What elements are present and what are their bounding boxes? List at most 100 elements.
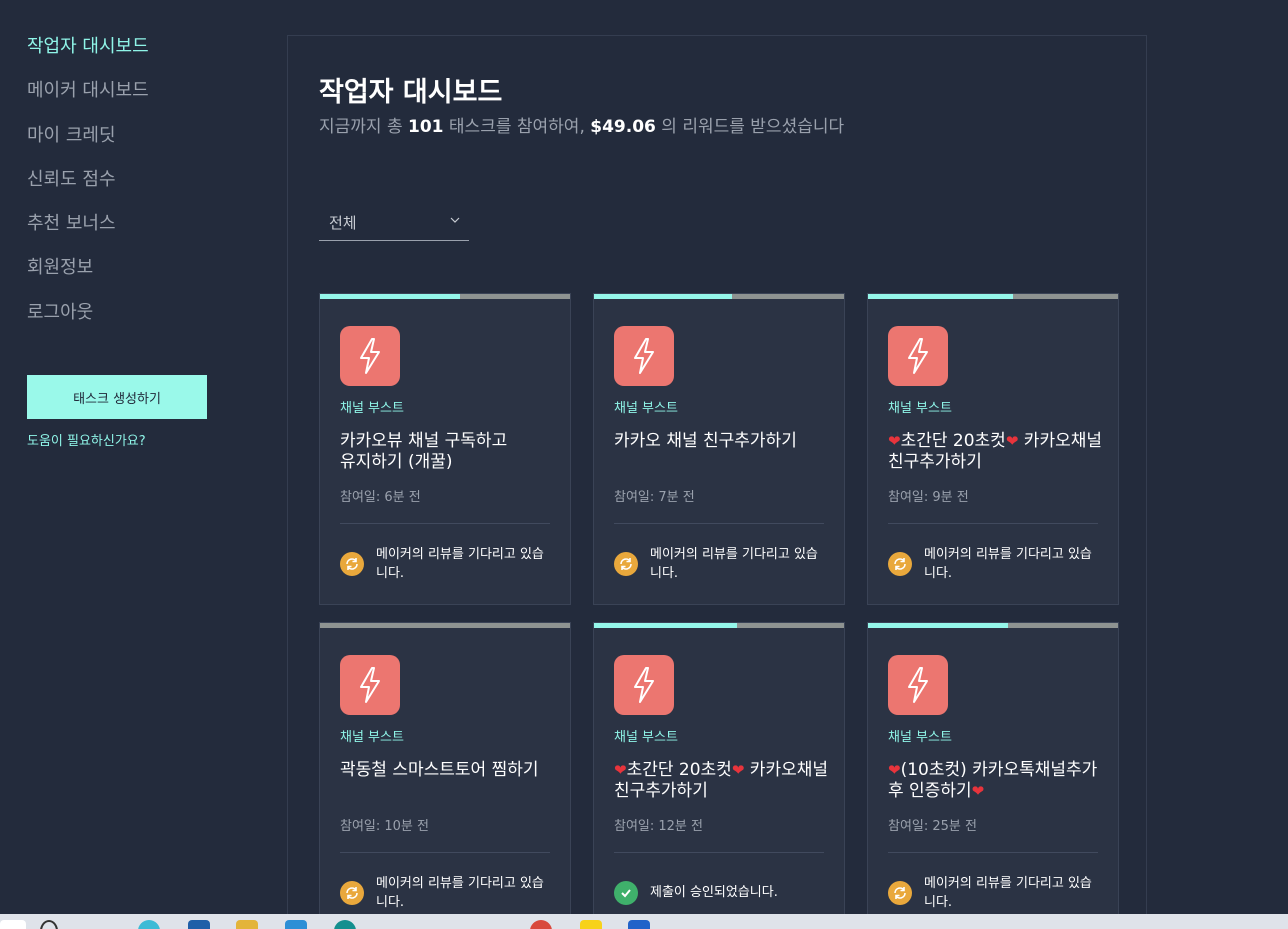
task-status: 메이커의 리뷰를 기다리고 있습니다. xyxy=(888,545,1103,583)
page-title: 작업자 대시보드 xyxy=(319,77,503,108)
file-explorer-icon[interactable] xyxy=(236,920,258,929)
reward-summary: 지금까지 총 101 태스크를 참여하여, $49.06 의 리워드를 받으셨습… xyxy=(319,112,844,137)
lightning-icon xyxy=(908,338,928,374)
edge-browser-icon[interactable] xyxy=(138,920,160,929)
task-date: 참여일: 9분 전 xyxy=(888,490,969,505)
progress-bar xyxy=(868,294,1118,299)
lightning-icon xyxy=(908,667,928,703)
task-count: 101 xyxy=(408,117,444,137)
progress-fill xyxy=(594,623,737,628)
refresh-icon xyxy=(888,552,912,576)
task-category: 채널 부스트 xyxy=(888,730,952,745)
status-text: 메이커의 리뷰를 기다리고 있습니다. xyxy=(924,876,1092,910)
task-icon-tile xyxy=(888,655,948,715)
task-card[interactable]: 채널 부스트 ❤초간단 20초컷❤ 카카오채널 친구추가하기 참여일: 12분 … xyxy=(593,622,845,929)
task-category: 채널 부스트 xyxy=(614,730,678,745)
task-status: 메이커의 리뷰를 기다리고 있습니다. xyxy=(340,545,555,583)
summary-prefix: 지금까지 총 xyxy=(319,117,403,137)
lightning-icon xyxy=(634,338,654,374)
reward-amount: $49.06 xyxy=(590,117,656,137)
sidebar-item-logout[interactable]: 로그아웃 xyxy=(27,299,227,343)
status-text: 메이커의 리뷰를 기다리고 있습니다. xyxy=(650,547,818,581)
kakaotalk-icon[interactable] xyxy=(580,920,602,929)
refresh-icon xyxy=(340,552,364,576)
status-text: 메이커의 리뷰를 기다리고 있습니다. xyxy=(924,547,1092,581)
task-title: 곽동철 스마스트토어 찜하기 xyxy=(340,760,539,780)
filter-value: 전체 xyxy=(329,214,357,232)
start-button[interactable] xyxy=(0,920,26,929)
status-text: 제출이 승인되었습니다. xyxy=(650,885,778,900)
task-category: 채널 부스트 xyxy=(340,730,404,745)
check-icon xyxy=(614,881,638,905)
search-icon[interactable] xyxy=(40,920,58,929)
task-category: 채널 부스트 xyxy=(888,401,952,416)
refresh-icon xyxy=(340,881,364,905)
app-icon[interactable] xyxy=(334,920,356,929)
progress-fill xyxy=(320,294,460,299)
task-icon-tile xyxy=(340,326,400,386)
task-title: ❤(10초컷) 카카오톡채널추가 후 인증하기❤ xyxy=(888,760,1098,801)
app-icon[interactable] xyxy=(628,920,650,929)
task-card[interactable]: 채널 부스트 카카오 채널 친구추가하기 참여일: 7분 전 메이커의 리뷰를 … xyxy=(593,293,845,605)
windows-taskbar xyxy=(0,914,1288,929)
progress-bar xyxy=(868,623,1118,628)
progress-bar xyxy=(320,294,570,299)
task-status: 메이커의 리뷰를 기다리고 있습니다. xyxy=(614,545,829,583)
progress-bar xyxy=(320,623,570,628)
progress-bar xyxy=(594,294,844,299)
task-card[interactable]: 채널 부스트 ❤(10초컷) 카카오톡채널추가 후 인증하기❤ 참여일: 25분… xyxy=(867,622,1119,929)
sidebar-item-maker-dashboard[interactable]: 메이커 대시보드 xyxy=(27,77,227,121)
refresh-icon xyxy=(888,881,912,905)
sidebar-item-my-credit[interactable]: 마이 크레딧 xyxy=(27,122,227,166)
task-status: 메이커의 리뷰를 기다리고 있습니다. xyxy=(340,874,555,912)
task-icon-tile xyxy=(340,655,400,715)
sidebar: 작업자 대시보드 메이커 대시보드 마이 크레딧 신뢰도 점수 추천 보너스 회… xyxy=(27,33,227,449)
task-icon-tile xyxy=(614,326,674,386)
task-date: 참여일: 25분 전 xyxy=(888,819,977,834)
summary-middle: 태스크를 참여하여, xyxy=(448,117,585,137)
main-panel: 작업자 대시보드 지금까지 총 101 태스크를 참여하여, $49.06 의 … xyxy=(287,35,1147,929)
divider xyxy=(888,523,1098,524)
task-status: 제출이 승인되었습니다. xyxy=(614,874,829,905)
progress-fill xyxy=(594,294,732,299)
status-text: 메이커의 리뷰를 기다리고 있습니다. xyxy=(376,547,544,581)
task-date: 참여일: 6분 전 xyxy=(340,490,421,505)
lightning-icon xyxy=(360,338,380,374)
task-icon-tile xyxy=(888,326,948,386)
filter-select[interactable]: 전체 xyxy=(319,206,469,241)
progress-fill xyxy=(868,623,1008,628)
task-card[interactable]: 채널 부스트 곽동철 스마스트토어 찜하기 참여일: 10분 전 메이커의 리뷰… xyxy=(319,622,571,929)
task-date: 참여일: 12분 전 xyxy=(614,819,703,834)
sidebar-item-worker-dashboard[interactable]: 작업자 대시보드 xyxy=(27,33,227,77)
app-icon[interactable] xyxy=(188,920,210,929)
chrome-icon[interactable] xyxy=(530,920,552,929)
task-title: 카카오 채널 친구추가하기 xyxy=(614,431,797,451)
store-icon[interactable] xyxy=(285,920,307,929)
task-category: 채널 부스트 xyxy=(614,401,678,416)
divider xyxy=(340,523,550,524)
divider xyxy=(340,852,550,853)
sidebar-item-referral-bonus[interactable]: 추천 보너스 xyxy=(27,210,227,254)
task-card[interactable]: 채널 부스트 카카오뷰 채널 구독하고 유지하기 (개꿀) 참여일: 6분 전 … xyxy=(319,293,571,605)
status-text: 메이커의 리뷰를 기다리고 있습니다. xyxy=(376,876,544,910)
summary-suffix: 의 리워드를 받으셨습니다 xyxy=(661,117,845,137)
create-task-button[interactable]: 태스크 생성하기 xyxy=(27,375,207,419)
task-icon-tile xyxy=(614,655,674,715)
progress-fill xyxy=(868,294,1013,299)
task-status: 메이커의 리뷰를 기다리고 있습니다. xyxy=(888,874,1103,912)
task-date: 참여일: 10분 전 xyxy=(340,819,429,834)
chevron-down-icon xyxy=(450,217,460,223)
sidebar-item-trust-score[interactable]: 신뢰도 점수 xyxy=(27,166,227,210)
task-date: 참여일: 7분 전 xyxy=(614,490,695,505)
task-title: 카카오뷰 채널 구독하고 유지하기 (개꿀) xyxy=(340,431,508,472)
divider xyxy=(614,852,824,853)
help-link[interactable]: 도움이 필요하신가요? xyxy=(27,430,146,449)
refresh-icon xyxy=(614,552,638,576)
task-card[interactable]: 채널 부스트 ❤초간단 20초컷❤ 카카오채널 친구추가하기 참여일: 9분 전… xyxy=(867,293,1119,605)
lightning-icon xyxy=(360,667,380,703)
task-title: ❤초간단 20초컷❤ 카카오채널 친구추가하기 xyxy=(888,431,1103,472)
divider xyxy=(614,523,824,524)
task-title: ❤초간단 20초컷❤ 카카오채널 친구추가하기 xyxy=(614,760,829,801)
sidebar-item-member-info[interactable]: 회원정보 xyxy=(27,254,227,298)
progress-bar xyxy=(594,623,844,628)
